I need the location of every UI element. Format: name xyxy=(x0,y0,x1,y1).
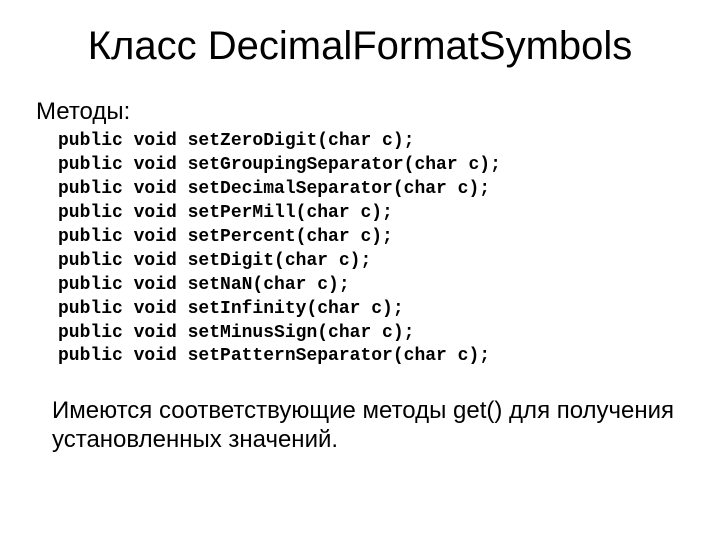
code-line: public void setInfinity(char c); xyxy=(58,298,684,322)
code-line: public void setPerMill(char c); xyxy=(58,202,684,226)
page-title: Класс DecimalFormatSymbols xyxy=(36,22,684,70)
code-line: public void setMinusSign(char c); xyxy=(58,322,684,346)
code-line: public void setPatternSeparator(char c); xyxy=(58,345,684,369)
code-line: public void setDecimalSeparator(char c); xyxy=(58,178,684,202)
code-line: public void setGroupingSeparator(char c)… xyxy=(58,154,684,178)
code-line: public void setDigit(char c); xyxy=(58,250,684,274)
code-line: public void setPercent(char c); xyxy=(58,226,684,250)
slide: Класс DecimalFormatSymbols Методы: publi… xyxy=(0,0,720,540)
footer-note: Имеются соответствующие методы get() для… xyxy=(52,397,684,454)
methods-heading: Методы: xyxy=(36,98,684,126)
code-line: public void setZeroDigit(char c); xyxy=(58,130,684,154)
code-line: public void setNaN(char c); xyxy=(58,274,684,298)
methods-code-block: public void setZeroDigit(char c);public … xyxy=(58,130,684,369)
